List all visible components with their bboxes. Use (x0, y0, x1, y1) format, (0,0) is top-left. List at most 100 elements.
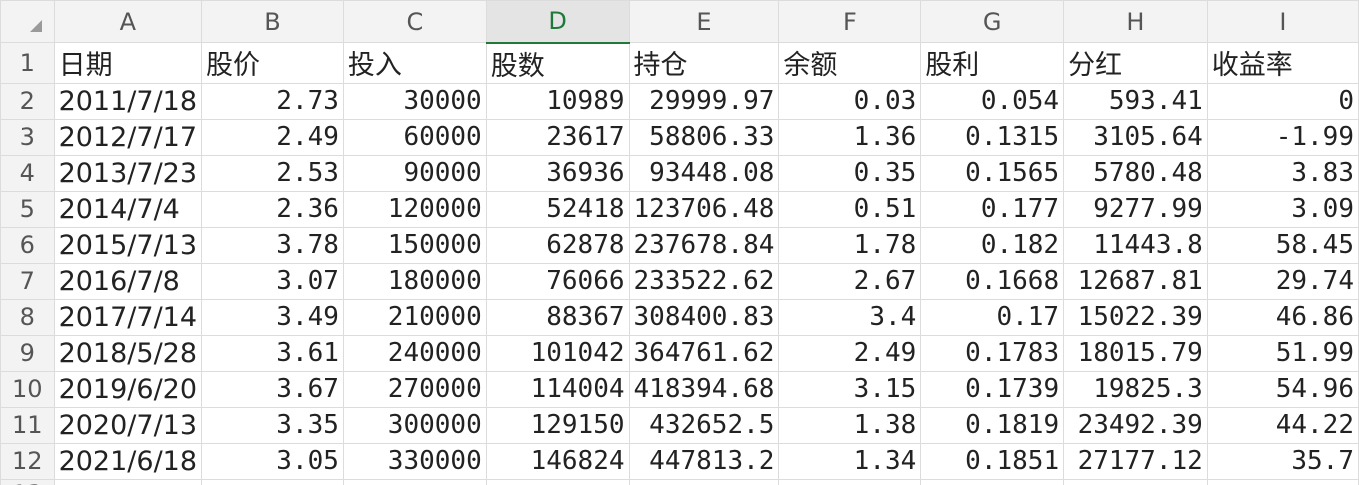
cell-i11[interactable]: 44.22 (1206, 406, 1359, 444)
cell-d9[interactable]: 101042 (485, 334, 630, 372)
cell-i7[interactable]: 29.74 (1206, 262, 1359, 300)
cell-c6[interactable]: 150000 (342, 226, 487, 264)
cell-c2[interactable]: 30000 (342, 82, 487, 120)
row-header[interactable]: 13 (0, 478, 55, 485)
cell-i5[interactable]: 3.09 (1206, 190, 1359, 228)
cell-b2[interactable]: 2.73 (201, 82, 344, 120)
cell-b7[interactable]: 3.07 (201, 262, 344, 300)
cell-b3[interactable]: 2.49 (201, 118, 344, 156)
select-all-triangle-icon[interactable] (29, 20, 42, 32)
cell-d4[interactable]: 36936 (485, 154, 630, 192)
cell-d11[interactable]: 129150 (485, 406, 630, 444)
cell-h6[interactable]: 11443.8 (1063, 226, 1208, 264)
cell-b4[interactable]: 2.53 (201, 154, 344, 192)
cell-a4[interactable]: 2013/7/23 (53, 154, 203, 192)
cell-a3[interactable]: 2012/7/17 (53, 118, 203, 156)
column-header-b[interactable]: B (201, 0, 344, 43)
cell-g11[interactable]: 0.1819 (920, 406, 1065, 444)
cell-a13[interactable] (53, 478, 203, 485)
cell-a9[interactable]: 2018/5/28 (53, 334, 203, 372)
cell-b9[interactable]: 3.61 (201, 334, 344, 372)
cell-c1[interactable]: 投入 (342, 42, 487, 84)
cell-i3[interactable]: -1.99 (1206, 118, 1359, 156)
row-header[interactable]: 5 (0, 190, 55, 228)
cell-h3[interactable]: 3105.64 (1063, 118, 1208, 156)
column-header-c[interactable]: C (342, 0, 487, 43)
cell-a11[interactable]: 2020/7/13 (53, 406, 203, 444)
cell-e4[interactable]: 93448.08 (628, 154, 780, 192)
cell-h7[interactable]: 12687.81 (1063, 262, 1208, 300)
row-header[interactable]: 2 (0, 82, 55, 120)
cell-d12[interactable]: 146824 (485, 442, 630, 480)
cell-d8[interactable]: 88367 (485, 298, 630, 336)
cell-i12[interactable]: 35.7 (1206, 442, 1359, 480)
cell-f9[interactable]: 2.49 (778, 334, 922, 372)
cell-i8[interactable]: 46.86 (1206, 298, 1359, 336)
cell-g2[interactable]: 0.054 (920, 82, 1065, 120)
row-header[interactable]: 7 (0, 262, 55, 300)
cell-c12[interactable]: 330000 (342, 442, 487, 480)
cell-f12[interactable]: 1.34 (778, 442, 922, 480)
row-header[interactable]: 11 (0, 406, 55, 444)
cell-d1[interactable]: 股数 (485, 42, 630, 84)
cell-i2[interactable]: 0 (1206, 82, 1359, 120)
row-header[interactable]: 3 (0, 118, 55, 156)
cell-e10[interactable]: 418394.68 (628, 370, 780, 408)
cell-g13[interactable] (920, 478, 1065, 485)
cell-e3[interactable]: 58806.33 (628, 118, 780, 156)
cell-i9[interactable]: 51.99 (1206, 334, 1359, 372)
column-header-a[interactable]: A (53, 0, 203, 43)
cell-e9[interactable]: 364761.62 (628, 334, 780, 372)
select-all-corner[interactable] (0, 0, 55, 43)
cell-h4[interactable]: 5780.48 (1063, 154, 1208, 192)
cell-d2[interactable]: 10989 (485, 82, 630, 120)
cell-f2[interactable]: 0.03 (778, 82, 922, 120)
cell-e6[interactable]: 237678.84 (628, 226, 780, 264)
cell-e12[interactable]: 447813.2 (628, 442, 780, 480)
cell-f10[interactable]: 3.15 (778, 370, 922, 408)
row-header[interactable]: 9 (0, 334, 55, 372)
cell-c11[interactable]: 300000 (342, 406, 487, 444)
cell-a2[interactable]: 2011/7/18 (53, 82, 203, 120)
cell-c10[interactable]: 270000 (342, 370, 487, 408)
cell-a7[interactable]: 2016/7/8 (53, 262, 203, 300)
column-header-i[interactable]: I (1206, 0, 1359, 43)
cell-f5[interactable]: 0.51 (778, 190, 922, 228)
cell-b5[interactable]: 2.36 (201, 190, 344, 228)
cell-g1[interactable]: 股利 (920, 42, 1065, 84)
cell-d7[interactable]: 76066 (485, 262, 630, 300)
cell-e11[interactable]: 432652.5 (628, 406, 780, 444)
cell-h11[interactable]: 23492.39 (1063, 406, 1208, 444)
cell-a5[interactable]: 2014/7/4 (53, 190, 203, 228)
column-header-f[interactable]: F (778, 0, 922, 43)
cell-b12[interactable]: 3.05 (201, 442, 344, 480)
cell-h2[interactable]: 593.41 (1063, 82, 1208, 120)
cell-d6[interactable]: 62878 (485, 226, 630, 264)
cell-i13[interactable] (1206, 478, 1359, 485)
cell-b10[interactable]: 3.67 (201, 370, 344, 408)
cell-a1[interactable]: 日期 (53, 42, 203, 84)
cell-h9[interactable]: 18015.79 (1063, 334, 1208, 372)
cell-g7[interactable]: 0.1668 (920, 262, 1065, 300)
cell-a6[interactable]: 2015/7/13 (53, 226, 203, 264)
cell-b8[interactable]: 3.49 (201, 298, 344, 336)
cell-c4[interactable]: 90000 (342, 154, 487, 192)
cell-d10[interactable]: 114004 (485, 370, 630, 408)
cell-i6[interactable]: 58.45 (1206, 226, 1359, 264)
cell-f3[interactable]: 1.36 (778, 118, 922, 156)
cell-e13[interactable] (628, 478, 780, 485)
cell-b1[interactable]: 股价 (201, 42, 344, 84)
cell-a8[interactable]: 2017/7/14 (53, 298, 203, 336)
cell-h13[interactable] (1063, 478, 1208, 485)
row-header[interactable]: 1 (0, 42, 55, 84)
cell-i10[interactable]: 54.96 (1206, 370, 1359, 408)
cell-g10[interactable]: 0.1739 (920, 370, 1065, 408)
cell-c3[interactable]: 60000 (342, 118, 487, 156)
cell-b11[interactable]: 3.35 (201, 406, 344, 444)
cell-h5[interactable]: 9277.99 (1063, 190, 1208, 228)
cell-d5[interactable]: 52418 (485, 190, 630, 228)
cell-g12[interactable]: 0.1851 (920, 442, 1065, 480)
cell-f7[interactable]: 2.67 (778, 262, 922, 300)
cell-h1[interactable]: 分红 (1063, 42, 1208, 84)
cell-a10[interactable]: 2019/6/20 (53, 370, 203, 408)
